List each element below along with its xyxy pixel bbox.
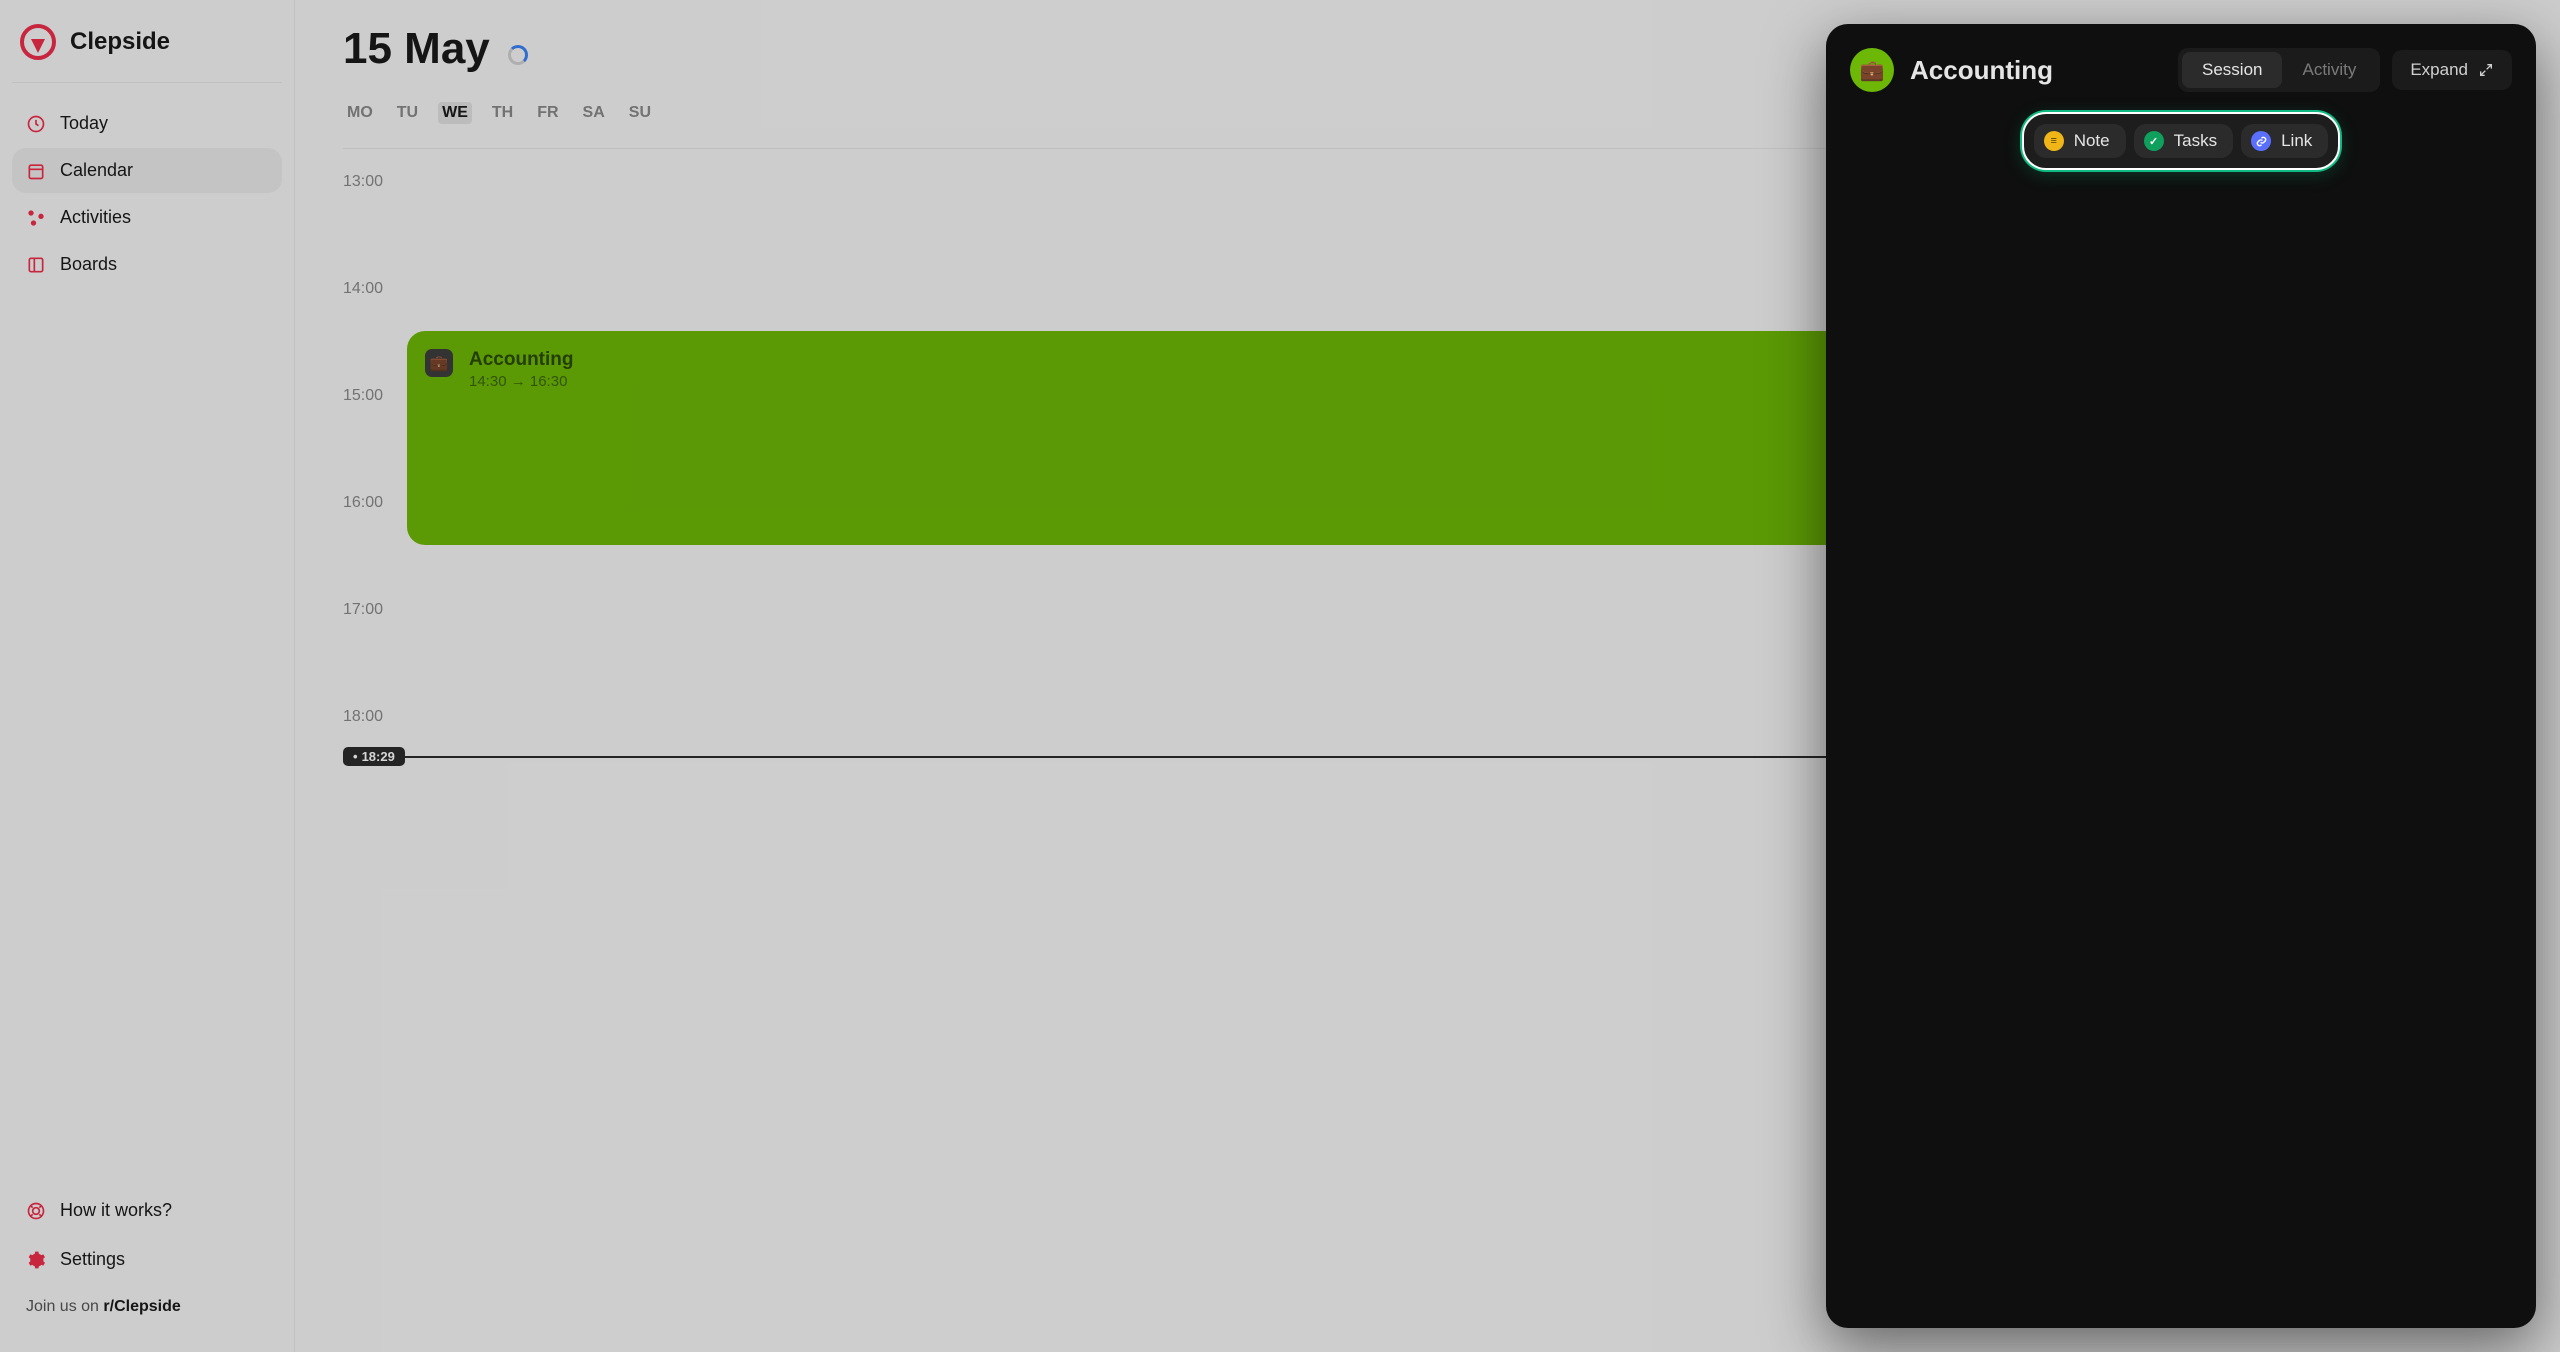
reddit-link[interactable]: Join us on r/Clepside [12,1286,282,1328]
how-it-works-link[interactable]: How it works? [12,1188,282,1233]
date-title: 15 May [343,24,490,74]
app-logo-row: Clepside [12,24,282,83]
app-logo-icon [20,24,56,60]
note-icon: ≡ [2044,131,2064,151]
join-prefix: Join us on [26,1298,103,1315]
nav-label: Boards [60,254,117,275]
sidebar-item-today[interactable]: Today [12,101,282,146]
hour-label: 15:00 [343,387,397,405]
hour-label: 17:00 [343,601,397,619]
gear-icon [26,1250,46,1270]
pill-label: Link [2281,131,2312,151]
app-name: Clepside [70,28,170,56]
panel-tabs: Session Activity [2178,48,2380,92]
nav-label: Calendar [60,160,133,181]
sidebar-item-activities[interactable]: Activities [12,195,282,240]
weekday-we[interactable]: WE [438,102,472,124]
weekday-fr[interactable]: FR [533,102,562,124]
how-label: How it works? [60,1200,172,1221]
attachment-pill-group: ≡ Note ✓ Tasks Link [2022,112,2341,170]
hour-label: 13:00 [343,173,397,191]
event-emoji-badge: 💼 [425,349,453,377]
nodes-icon [26,208,46,228]
link-pill[interactable]: Link [2241,124,2328,158]
expand-button[interactable]: Expand [2392,50,2512,90]
hour-label: 14:00 [343,280,397,298]
sidebar-item-boards[interactable]: Boards [12,242,282,287]
panel-title: Accounting [1910,55,2053,86]
panel-emoji-badge: 💼 [1850,48,1894,92]
calendar-icon [26,161,46,181]
tab-session[interactable]: Session [2182,52,2282,88]
weekday-th[interactable]: TH [488,102,517,124]
detail-panel: 💼 Accounting Session Activity Expand ≡ N… [1826,24,2536,1328]
check-icon: ✓ [2144,131,2164,151]
help-icon [26,1201,46,1221]
nav-label: Activities [60,207,131,228]
join-target: r/Clepside [103,1298,180,1315]
settings-label: Settings [60,1249,125,1270]
current-time-badge: 18:29 [343,747,405,766]
expand-icon [2478,62,2494,78]
pill-label: Note [2074,131,2110,151]
weekday-mo[interactable]: MO [343,102,377,124]
boards-icon [26,255,46,275]
link-icon [2251,131,2271,151]
pill-label: Tasks [2174,131,2217,151]
weekday-su[interactable]: SU [625,102,655,124]
settings-link[interactable]: Settings [12,1237,282,1282]
sidebar-item-calendar[interactable]: Calendar [12,148,282,193]
expand-label: Expand [2410,60,2468,80]
sidebar: Clepside Today Calendar Activities Board… [0,0,295,1352]
hour-label: 18:00 [343,708,397,726]
note-pill[interactable]: ≡ Note [2034,124,2126,158]
tab-activity[interactable]: Activity [2282,52,2376,88]
nav-label: Today [60,113,108,134]
tasks-pill[interactable]: ✓ Tasks [2134,124,2233,158]
weekday-sa[interactable]: SA [579,102,609,124]
clock-icon [26,114,46,134]
hour-label: 16:00 [343,494,397,512]
weekday-tu[interactable]: TU [393,102,422,124]
loading-spinner-icon [508,45,528,65]
